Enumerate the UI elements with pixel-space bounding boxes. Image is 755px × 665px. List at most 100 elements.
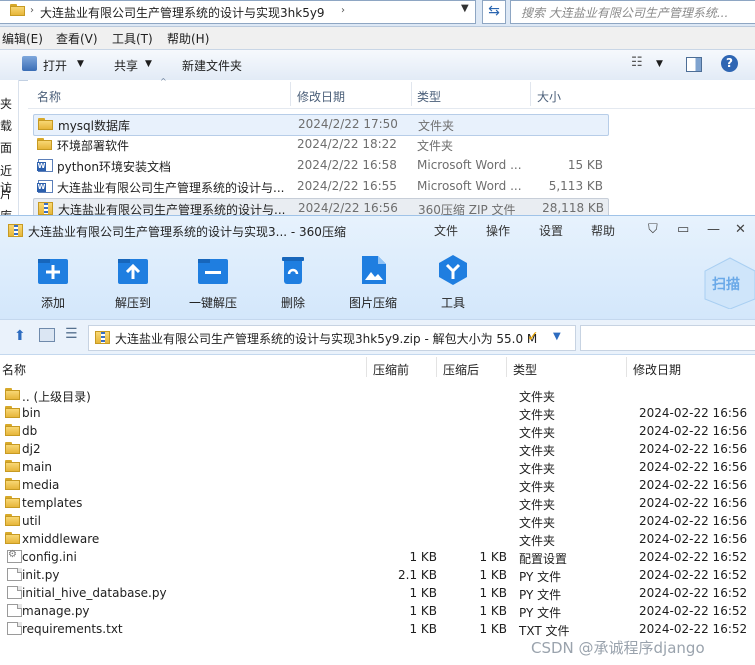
share-button[interactable]: 共享: [114, 57, 138, 74]
folder-icon: [5, 496, 20, 509]
file-row[interactable]: 环境部署软件 2024/2/22 18:22 文件夹: [33, 135, 607, 155]
image-compress-button[interactable]: 图片压缩: [338, 254, 408, 314]
folder-icon: [5, 406, 20, 419]
add-icon: [38, 259, 68, 284]
tools-icon: [439, 255, 467, 285]
archive-path-box[interactable]: 大连盐业有限公司生产管理系统的设计与实现3hk5y9.zip - 解包大小为 5…: [88, 325, 576, 351]
chevron-right-icon[interactable]: ›: [30, 5, 34, 16]
zip-list-row[interactable]: bin 文件夹 2024-02-22 16:56: [0, 404, 755, 422]
zip-column-type[interactable]: 类型: [513, 361, 537, 378]
search-input[interactable]: 搜索 大连盐业有限公司生产管理系统...: [510, 0, 755, 24]
zip-list-row[interactable]: requirements.txt 1 KB 1 KB TXT 文件 2024-02-22…: [0, 620, 755, 638]
chevron-right-icon[interactable]: ›: [341, 5, 345, 16]
zip-window-title: 大连盐业有限公司生产管理系统的设计与实现3... - 360压缩: [28, 225, 346, 239]
menu-tools[interactable]: 工具(T): [112, 30, 153, 47]
zip-list-row[interactable]: media 文件夹 2024-02-22 16:56: [0, 476, 755, 494]
view-options-icon[interactable]: ☷: [631, 55, 643, 70]
refresh-button[interactable]: ⇆: [482, 0, 506, 24]
new-folder-button[interactable]: 新建文件夹: [182, 57, 242, 74]
zip-item-date: 2024-02-22 16:52: [639, 550, 748, 564]
list-view-icon[interactable]: ☰: [65, 326, 78, 342]
add-button[interactable]: 添加: [18, 254, 88, 314]
zip-menu-action[interactable]: 操作: [486, 222, 510, 239]
column-type[interactable]: 类型: [417, 88, 441, 105]
open-button[interactable]: 打开: [43, 57, 67, 74]
column-name[interactable]: 名称: [37, 88, 61, 105]
chevron-down-icon[interactable]: ▼: [553, 331, 561, 342]
folder-icon: [10, 4, 25, 16]
zip-item-type: 文件夹: [519, 498, 556, 512]
chevron-down-icon[interactable]: ▼: [461, 3, 469, 14]
zip-list-row[interactable]: dj2 文件夹 2024-02-22 16:56: [0, 440, 755, 458]
file-icon: [7, 568, 22, 581]
zip-column-after[interactable]: 压缩后: [443, 361, 479, 378]
checkmark-icon: ✓: [527, 329, 539, 345]
close-icon[interactable]: ✕: [735, 222, 746, 237]
file-row[interactable]: python环境安装文档 2024/2/22 16:58 Microsoft W…: [33, 156, 607, 176]
zip-list-row[interactable]: manage.py 1 KB 1 KB PY 文件 2024-02-22 16:52: [0, 602, 755, 620]
file-size: 15 KB: [567, 158, 603, 172]
zip-list-row[interactable]: init.py 2.1 KB 1 KB PY 文件 2024-02-22 16:52: [0, 566, 755, 584]
thumbnail-view-icon[interactable]: [39, 328, 55, 342]
nav-item[interactable]: 片: [0, 185, 12, 202]
column-header: 名称 ^ 修改日期 类型 大小: [28, 77, 755, 109]
nav-item[interactable]: 载: [0, 117, 12, 134]
zip-column-modified[interactable]: 修改日期: [633, 361, 681, 378]
zip-item-date: 2024-02-22 16:56: [639, 406, 748, 420]
zip-list-row[interactable]: config.ini 1 KB 1 KB 配置设置 2024-02-22 16:52: [0, 548, 755, 566]
navigation-pane: 夹 载 面 近访 片 库: [0, 80, 19, 223]
folder-icon: [5, 424, 20, 437]
file-size: 5,113 KB: [548, 179, 603, 193]
zip-item-name: main: [22, 460, 52, 474]
feedback-icon[interactable]: ▭: [677, 222, 689, 237]
minimize-icon[interactable]: —: [707, 222, 720, 237]
zip-item-name: .. (上级目录): [22, 390, 91, 404]
zip-item-type: 配置设置: [519, 552, 568, 566]
scan-button[interactable]: 扫描: [700, 254, 755, 310]
column-size[interactable]: 大小: [537, 88, 561, 105]
zip-list-row[interactable]: .. (上级目录) 文件夹: [0, 386, 755, 404]
zip-item-size-after: 1 KB: [479, 622, 507, 636]
zip-menu-settings[interactable]: 设置: [539, 222, 563, 239]
zip-menu-help[interactable]: 帮助: [591, 222, 615, 239]
word-icon: [37, 159, 53, 172]
column-modified[interactable]: 修改日期: [297, 88, 345, 105]
file-row[interactable]: 大连盐业有限公司生产管理系统的设计与... 2024/2/22 16:55 Mi…: [33, 177, 607, 197]
nav-item[interactable]: 夹: [0, 95, 12, 112]
nav-item[interactable]: 面: [0, 139, 12, 156]
zip-column-before[interactable]: 压缩前: [373, 361, 409, 378]
up-arrow-icon[interactable]: ⬆: [14, 328, 26, 344]
zip-list-row[interactable]: util 文件夹 2024-02-22 16:56: [0, 512, 755, 530]
menu-view[interactable]: 查看(V): [56, 30, 98, 47]
zip-list-row[interactable]: xmiddleware 文件夹 2024-02-22 16:56: [0, 530, 755, 548]
watermark: CSDN @承诚程序django: [531, 639, 705, 657]
chevron-down-icon[interactable]: ▼: [656, 59, 663, 69]
file-icon: [7, 622, 22, 635]
menu-help[interactable]: 帮助(H): [167, 30, 209, 47]
zip-item-name: dj2: [22, 442, 41, 456]
zip-list-row[interactable]: db 文件夹 2024-02-22 16:56: [0, 422, 755, 440]
tools-button[interactable]: 工具: [418, 254, 488, 314]
zip-list-row[interactable]: initial_hive_database.py 1 KB 1 KB PY 文件 202…: [0, 584, 755, 602]
preview-pane-icon[interactable]: [686, 57, 702, 72]
zip-column-name[interactable]: 名称: [2, 361, 26, 378]
address-box[interactable]: › 大连盐业有限公司生产管理系统的设计与实现3hk5y9 › ▼: [0, 0, 476, 24]
help-icon[interactable]: ?: [721, 55, 738, 72]
zip-list-row[interactable]: main 文件夹 2024-02-22 16:56: [0, 458, 755, 476]
extract-to-button[interactable]: 解压到: [98, 254, 168, 314]
file-size: 28,118 KB: [542, 201, 604, 215]
file-date: 2024/2/22 16:55: [297, 179, 397, 193]
delete-button[interactable]: 删除: [258, 254, 328, 314]
zip-item-name: templates: [22, 496, 83, 510]
zip-list-row[interactable]: templates 文件夹 2024-02-22 16:56: [0, 494, 755, 512]
chevron-down-icon[interactable]: ▼: [145, 59, 152, 69]
one-click-extract-button[interactable]: 一键解压: [178, 254, 248, 314]
zip-menu-file[interactable]: 文件: [434, 222, 458, 239]
chevron-down-icon[interactable]: ▼: [77, 59, 84, 69]
file-row[interactable]: mysql数据库 2024/2/22 17:50 文件夹: [33, 114, 609, 136]
skin-icon[interactable]: ⛉: [648, 222, 658, 237]
zip-search-input[interactable]: [580, 325, 755, 351]
folder-icon: [38, 118, 53, 131]
word-icon: [37, 180, 53, 193]
menu-edit[interactable]: 编辑(E): [2, 30, 43, 47]
